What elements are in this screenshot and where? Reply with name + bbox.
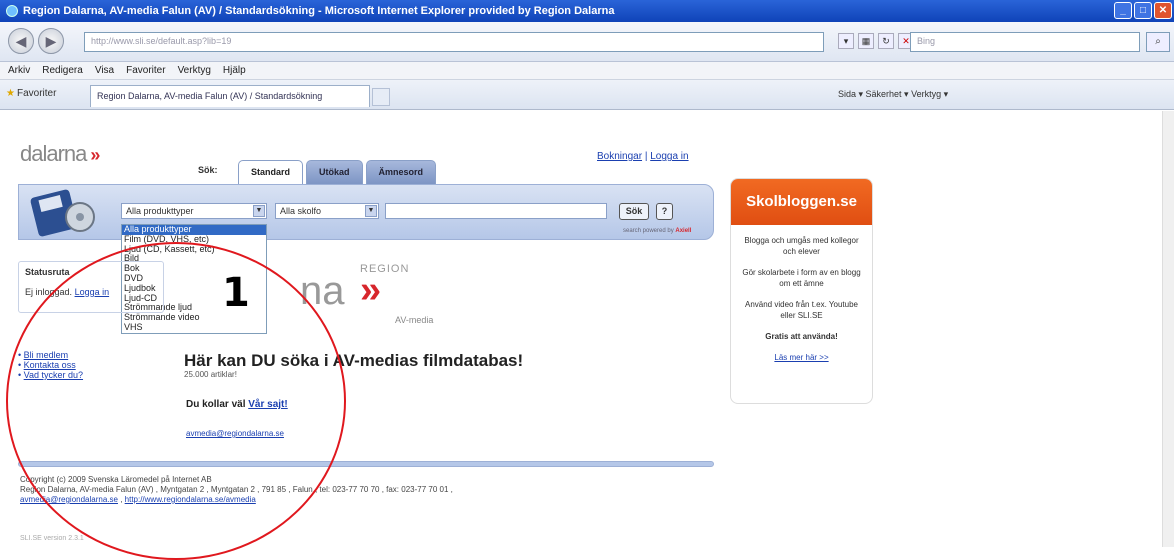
address-field[interactable]: http://www.sli.se/default.asp?lib=19 bbox=[84, 32, 824, 52]
option-vhs[interactable]: VHS bbox=[122, 322, 266, 333]
option-ljud[interactable]: Ljud (CD, Kassett, etc) bbox=[122, 244, 266, 255]
var-sajt-link[interactable]: Vår sajt! bbox=[248, 399, 287, 410]
kontakta-oss-link[interactable]: Kontakta oss bbox=[24, 360, 76, 370]
bli-medlem-link[interactable]: Bli medlem bbox=[24, 350, 69, 360]
bookings-link[interactable]: Bokningar bbox=[597, 151, 642, 162]
skolbloggen-title[interactable]: Skolbloggen.se bbox=[731, 179, 872, 225]
address-actions: ▾ ▦ ↻ ✕ bbox=[838, 33, 914, 49]
refresh-icon[interactable]: ↻ bbox=[878, 33, 894, 49]
chevron-down-icon: ▼ bbox=[253, 205, 265, 217]
new-tab-button[interactable] bbox=[372, 88, 390, 106]
maximize-button[interactable]: □ bbox=[1134, 2, 1152, 19]
du-kollar-text: Du kollar väl Vår sajt! bbox=[186, 399, 288, 410]
query-input[interactable] bbox=[385, 203, 607, 219]
favorites-bar: ★ Favoriter Region Dalarna, AV-media Falu… bbox=[0, 80, 1174, 110]
footer: Copyright (c) 2009 Svenska Läromedel på … bbox=[20, 475, 453, 504]
page-content: dalarna» Sök: Standard Utökad Ämnesord B… bbox=[0, 111, 1174, 560]
back-button[interactable]: ◀ bbox=[8, 28, 34, 54]
las-mer-link[interactable]: Läs mer här >> bbox=[731, 352, 872, 363]
status-login-link[interactable]: Logga in bbox=[75, 287, 110, 297]
region-dalarna-logo: na REGION » bbox=[300, 263, 410, 313]
skolbloggen-ad[interactable]: Skolbloggen.se Blogga och umgås med koll… bbox=[730, 178, 873, 404]
dropdown-icon[interactable]: ▾ bbox=[838, 33, 854, 49]
window-controls: _ □ ✕ bbox=[1114, 2, 1172, 19]
sok-button[interactable]: Sök bbox=[619, 203, 649, 220]
address-toolbar: ◀ ▶ http://www.sli.se/default.asp?lib=19… bbox=[0, 22, 1174, 62]
menu-item-redigera[interactable]: Redigera bbox=[42, 65, 83, 76]
close-button[interactable]: ✕ bbox=[1154, 2, 1172, 19]
powered-by: search powered by Axiell bbox=[623, 228, 692, 234]
menu-item-arkiv[interactable]: Arkiv bbox=[8, 65, 30, 76]
page-headline: Här kan DU söka i AV-medias filmdatabas! bbox=[184, 351, 524, 370]
footer-divider bbox=[18, 461, 714, 467]
article-count: 25.000 artiklar! bbox=[184, 370, 237, 379]
footer-email-link[interactable]: avmedia@regiondalarna.se bbox=[20, 495, 118, 504]
vad-tycker-du-link[interactable]: Vad tycker du? bbox=[24, 370, 83, 380]
version-text: SLI.SE version 2.3.1 bbox=[20, 535, 84, 542]
menu-item-favoriter[interactable]: Favoriter bbox=[126, 65, 165, 76]
window-title: Region Dalarna, AV-media Falun (AV) / St… bbox=[23, 5, 615, 17]
status-panel: Statusruta Ej inloggad. Logga in bbox=[18, 261, 164, 313]
annotation-number: 1 bbox=[222, 270, 250, 316]
tab-standard[interactable]: Standard bbox=[238, 160, 304, 184]
ie-icon bbox=[6, 5, 18, 17]
menu-item-visa[interactable]: Visa bbox=[95, 65, 114, 76]
star-icon: ★ bbox=[6, 88, 15, 99]
search-tabs: Standard Utökad Ämnesord bbox=[238, 160, 439, 184]
menu-item-hjalp[interactable]: Hjälp bbox=[223, 65, 246, 76]
email-link[interactable]: avmedia@regiondalarna.se bbox=[186, 429, 284, 438]
tab-utokad[interactable]: Utökad bbox=[306, 160, 363, 184]
school-select[interactable]: Alla skolfo ▼ bbox=[275, 203, 379, 219]
av-media-label: AV-media bbox=[395, 315, 434, 325]
status-text: Ej inloggad. Logga in bbox=[25, 287, 110, 297]
menu-bar: Arkiv Redigera Visa Favoriter Verktyg Hj… bbox=[0, 62, 1174, 80]
side-links: • Bli medlem • Kontakta oss • Vad tycker… bbox=[18, 350, 84, 380]
help-button[interactable]: ? bbox=[656, 203, 673, 220]
favorites-button[interactable]: ★ Favoriter bbox=[6, 88, 56, 99]
menu-item-verktyg[interactable]: Verktyg bbox=[178, 65, 211, 76]
minimize-button[interactable]: _ bbox=[1114, 2, 1132, 19]
search-icon[interactable]: ⌕ bbox=[1146, 32, 1170, 52]
top-links: Bokningar | Logga in bbox=[597, 151, 689, 162]
footer-web-link[interactable]: http://www.regiondalarna.se/avmedia bbox=[125, 495, 256, 504]
product-type-select[interactable]: Alla produkttyper ▼ bbox=[121, 203, 267, 219]
status-heading: Statusruta bbox=[25, 267, 70, 277]
compatibility-icon[interactable]: ▦ bbox=[858, 33, 874, 49]
vertical-scrollbar[interactable] bbox=[1162, 111, 1174, 547]
command-bar[interactable]: Sida ▾ Säkerhet ▾ Verktyg ▾ bbox=[838, 89, 948, 100]
dalarna-logo: dalarna» bbox=[20, 141, 100, 166]
login-link[interactable]: Logga in bbox=[650, 151, 688, 162]
tab-amnesord[interactable]: Ämnesord bbox=[365, 160, 437, 184]
chevron-down-icon: ▼ bbox=[365, 205, 377, 217]
browser-tab[interactable]: Region Dalarna, AV-media Falun (AV) / St… bbox=[90, 85, 370, 107]
window-titlebar: Region Dalarna, AV-media Falun (AV) / St… bbox=[0, 0, 1174, 22]
sok-label: Sök: bbox=[198, 165, 218, 175]
media-disk-icon bbox=[30, 189, 95, 237]
search-input[interactable]: Bing bbox=[910, 32, 1140, 52]
forward-button[interactable]: ▶ bbox=[38, 28, 64, 54]
